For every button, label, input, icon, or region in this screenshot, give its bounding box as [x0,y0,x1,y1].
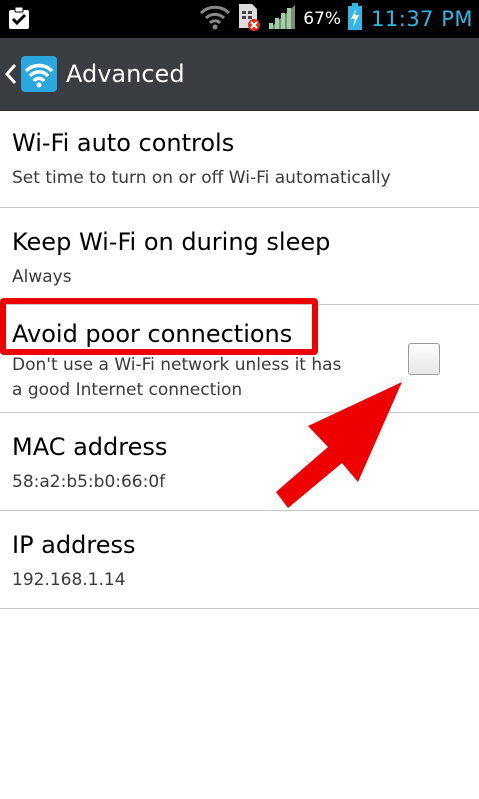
setting-ip-address: IP address 192.168.1.14 [0,511,479,609]
setting-title: MAC address [12,433,168,461]
setting-title: Avoid poor connections [12,320,293,348]
status-bar: 67% 11:37 PM [0,0,479,38]
clock: 11:37 PM [371,7,473,31]
clipboard-check-icon [8,6,30,34]
cell-signal-icon [267,3,297,35]
wifi-settings-icon[interactable] [20,55,58,93]
setting-summary: 192.168.1.14 [12,570,126,590]
battery-percent: 67% [303,9,342,29]
setting-wifi-auto-controls[interactable]: Wi-Fi auto controls Set time to turn on … [0,111,479,208]
setting-title: Keep Wi-Fi on during sleep [12,228,331,256]
action-bar: Advanced [0,38,479,111]
setting-summary: 58:a2:b5:b0:66:0f [12,472,166,492]
chevron-left-icon[interactable] [4,62,18,86]
avoid-poor-connections-checkbox[interactable] [408,343,440,375]
setting-summary: Set time to turn on or off Wi-Fi automat… [12,168,391,188]
wifi-signal-icon [199,4,231,34]
red-arrow-icon [276,382,402,508]
setting-summary-line-1: Don't use a Wi-Fi network unless it has [12,355,342,375]
setting-keep-wifi-on-sleep[interactable]: Keep Wi-Fi on during sleep Always [0,208,479,305]
page-title: Advanced [66,60,185,88]
setting-title: IP address [12,531,136,559]
settings-list: Wi-Fi auto controls Set time to turn on … [0,111,479,609]
battery-charging-icon [347,3,363,35]
setting-summary: Always [12,267,72,287]
setting-title: Wi-Fi auto controls [12,129,235,157]
sim-no-service-icon [237,2,261,36]
setting-summary-line-2: a good Internet connection [12,380,243,400]
